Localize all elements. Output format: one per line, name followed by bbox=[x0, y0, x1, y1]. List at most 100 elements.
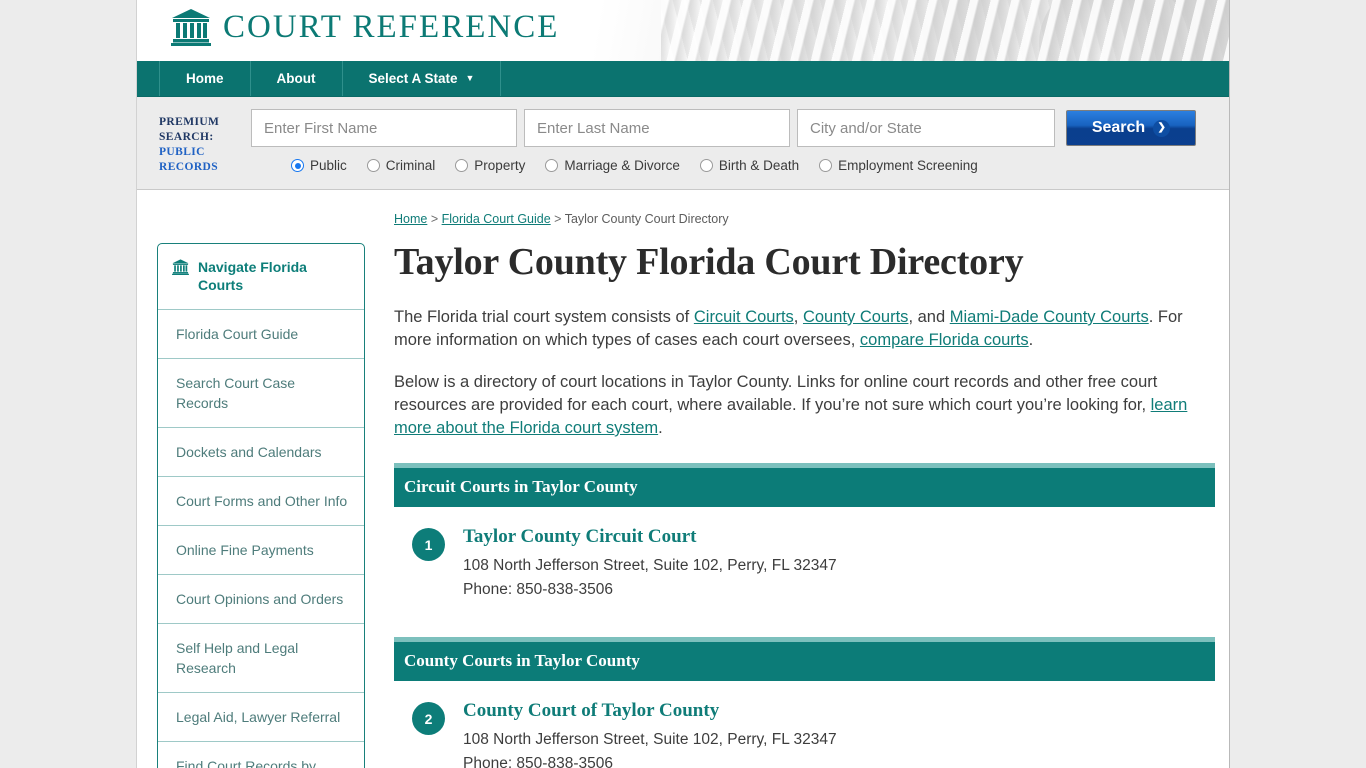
link-miami-dade-county-courts[interactable]: Miami-Dade County Courts bbox=[950, 308, 1149, 326]
premium-label-line-2: SEARCH: bbox=[159, 131, 214, 143]
breadcrumb-link-home[interactable]: Home bbox=[394, 212, 427, 226]
breadcrumb: Home > Florida Court Guide > Taylor Coun… bbox=[394, 212, 1215, 226]
court-number-badge: 1 bbox=[412, 528, 445, 561]
radio-option-employment-screening[interactable]: Employment Screening bbox=[819, 158, 978, 173]
sidebar-item-label: Legal Aid, Lawyer Referral bbox=[176, 709, 341, 725]
intro-text: , bbox=[793, 308, 803, 326]
intro-paragraph-2: Below is a directory of court locations … bbox=[394, 371, 1215, 440]
radio-label: Property bbox=[474, 158, 526, 173]
nav-item-home[interactable]: Home bbox=[159, 61, 251, 96]
radio-indicator bbox=[819, 159, 833, 172]
premium-label-line-1: PREMIUM bbox=[159, 116, 220, 128]
intro-text: . bbox=[1028, 331, 1034, 349]
sidebar-item-court-opinions-and-orders[interactable]: Court Opinions and Orders bbox=[158, 575, 364, 624]
search-input-row: Search ❯ bbox=[251, 109, 1209, 147]
breadcrumb-separator: > bbox=[550, 212, 565, 226]
radio-label: Marriage & Divorce bbox=[564, 158, 680, 173]
link-compare-florida-courts[interactable]: compare Florida courts bbox=[860, 331, 1029, 349]
court-name-link[interactable]: Taylor County Circuit Court bbox=[463, 526, 837, 548]
sidebar-item-label: Self Help and Legal Research bbox=[176, 640, 299, 676]
sidebar-item-online-fine-payments[interactable]: Online Fine Payments bbox=[158, 526, 364, 575]
public-records-link-line-2[interactable]: RECORDS bbox=[159, 160, 251, 175]
radio-label: Public bbox=[310, 158, 347, 173]
section-header-county-courts: County Courts in Taylor County bbox=[394, 637, 1215, 681]
page-container: COURT REFERENCE Home About Select A Stat… bbox=[136, 0, 1230, 768]
sidebar-item-label: Dockets and Calendars bbox=[176, 444, 322, 460]
radio-option-criminal[interactable]: Criminal bbox=[366, 158, 436, 173]
site-logo[interactable]: COURT REFERENCE bbox=[171, 8, 559, 46]
sidebar-item-dockets-and-calendars[interactable]: Dockets and Calendars bbox=[158, 428, 364, 477]
radio-label: Criminal bbox=[385, 158, 436, 173]
chevron-down-icon: ▼ bbox=[465, 73, 475, 83]
public-records-link-line-1[interactable]: PUBLIC bbox=[159, 145, 251, 160]
breadcrumb-current: Taylor County Court Directory bbox=[564, 212, 729, 226]
nav-item-label: About bbox=[276, 71, 316, 86]
radio-option-birth-death[interactable]: Birth & Death bbox=[699, 158, 800, 173]
sidebar-item-self-help-and-legal-research[interactable]: Self Help and Legal Research bbox=[158, 624, 364, 693]
link-circuit-courts[interactable]: Circuit Courts bbox=[694, 308, 794, 326]
sidebar-item-label: Online Fine Payments bbox=[176, 542, 314, 558]
court-address: 108 North Jefferson Street, Suite 102, P… bbox=[463, 557, 837, 574]
search-fields-area: Search ❯ Public Criminal Property bbox=[251, 109, 1209, 173]
breadcrumb-separator: > bbox=[427, 212, 442, 226]
first-name-input[interactable] bbox=[251, 109, 517, 147]
sidebar-item-court-forms-and-other-info[interactable]: Court Forms and Other Info bbox=[158, 477, 364, 526]
main-navigation: Home About Select A State ▼ bbox=[137, 61, 1229, 97]
intro-text: Below is a directory of court locations … bbox=[394, 373, 1158, 414]
nav-item-about[interactable]: About bbox=[251, 61, 343, 96]
radio-indicator bbox=[455, 159, 469, 172]
radio-option-public[interactable]: Public bbox=[291, 158, 347, 173]
page-title: Taylor County Florida Court Directory bbox=[394, 241, 1024, 283]
court-phone: Phone: 850-838-3506 bbox=[463, 755, 613, 768]
radio-option-marriage-divorce[interactable]: Marriage & Divorce bbox=[545, 158, 680, 173]
court-phone: Phone: 850-838-3506 bbox=[463, 581, 613, 598]
radio-indicator bbox=[545, 159, 559, 172]
intro-paragraph-1: The Florida trial court system consists … bbox=[394, 306, 1215, 352]
city-state-input[interactable] bbox=[797, 109, 1055, 147]
search-button-label: Search bbox=[1091, 119, 1146, 136]
site-masthead: COURT REFERENCE bbox=[137, 0, 1229, 61]
link-county-courts[interactable]: County Courts bbox=[803, 308, 908, 326]
court-listing-item: 1 Taylor County Circuit Court 108 North … bbox=[394, 507, 1215, 614]
site-brand-name: COURT REFERENCE bbox=[223, 8, 560, 45]
intro-text: , and bbox=[908, 308, 950, 326]
court-address: 108 North Jefferson Street, Suite 102, P… bbox=[463, 731, 837, 748]
breadcrumb-link-florida-court-guide[interactable]: Florida Court Guide bbox=[442, 212, 551, 226]
search-category-radio-group: Public Criminal Property Marriage & Divo… bbox=[251, 158, 1209, 173]
sidebar-item-search-court-case-records[interactable]: Search Court Case Records bbox=[158, 359, 364, 428]
sidebar-item-label: Court Opinions and Orders bbox=[176, 591, 344, 607]
sidebar-item-florida-court-guide[interactable]: Florida Court Guide bbox=[158, 310, 364, 359]
last-name-input[interactable] bbox=[524, 109, 790, 147]
radio-option-property[interactable]: Property bbox=[455, 158, 525, 173]
sidebar-navigate-florida-courts: Navigate Florida Courts Florida Court Gu… bbox=[157, 243, 365, 768]
nav-item-label: Home bbox=[186, 71, 224, 86]
court-listing-item: 2 County Court of Taylor County 108 Nort… bbox=[394, 681, 1215, 768]
courthouse-icon bbox=[171, 8, 211, 46]
court-name-link[interactable]: County Court of Taylor County bbox=[463, 700, 837, 722]
radio-indicator bbox=[366, 159, 380, 172]
content-area: Navigate Florida Courts Florida Court Gu… bbox=[137, 190, 1229, 768]
sidebar-item-label: Search Court Case Records bbox=[176, 375, 296, 411]
nav-item-select-a-state[interactable]: Select A State ▼ bbox=[343, 61, 502, 96]
search-button[interactable]: Search ❯ bbox=[1066, 110, 1196, 146]
sidebar-item-legal-aid-lawyer-referral[interactable]: Legal Aid, Lawyer Referral bbox=[158, 693, 364, 742]
intro-text: . bbox=[658, 419, 663, 437]
sidebar-item-label: Find Court Records by Florida County bbox=[176, 758, 317, 768]
radio-label: Employment Screening bbox=[838, 158, 978, 173]
nav-item-label: Select A State bbox=[368, 71, 458, 86]
sidebar-header-label: Navigate Florida Courts bbox=[198, 259, 307, 293]
chevron-right-icon: ❯ bbox=[1153, 119, 1171, 137]
court-number-badge: 2 bbox=[412, 702, 445, 735]
sidebar-item-label: Florida Court Guide bbox=[176, 326, 299, 342]
court-details: County Court of Taylor County 108 North … bbox=[463, 700, 837, 768]
radio-label: Birth & Death bbox=[718, 158, 800, 173]
radio-indicator bbox=[291, 159, 304, 172]
courthouse-icon bbox=[172, 258, 189, 275]
sidebar-item-find-court-records-by-florida-county[interactable]: Find Court Records by Florida County bbox=[158, 742, 364, 768]
premium-search-label: PREMIUM SEARCH: PUBLIC RECORDS bbox=[159, 109, 251, 175]
section-header-circuit-courts: Circuit Courts in Taylor County bbox=[394, 463, 1215, 507]
main-column: Home > Florida Court Guide > Taylor Coun… bbox=[365, 212, 1229, 768]
intro-text: The Florida trial court system consists … bbox=[394, 308, 694, 326]
sidebar-header: Navigate Florida Courts bbox=[158, 244, 364, 310]
radio-indicator bbox=[699, 159, 713, 172]
